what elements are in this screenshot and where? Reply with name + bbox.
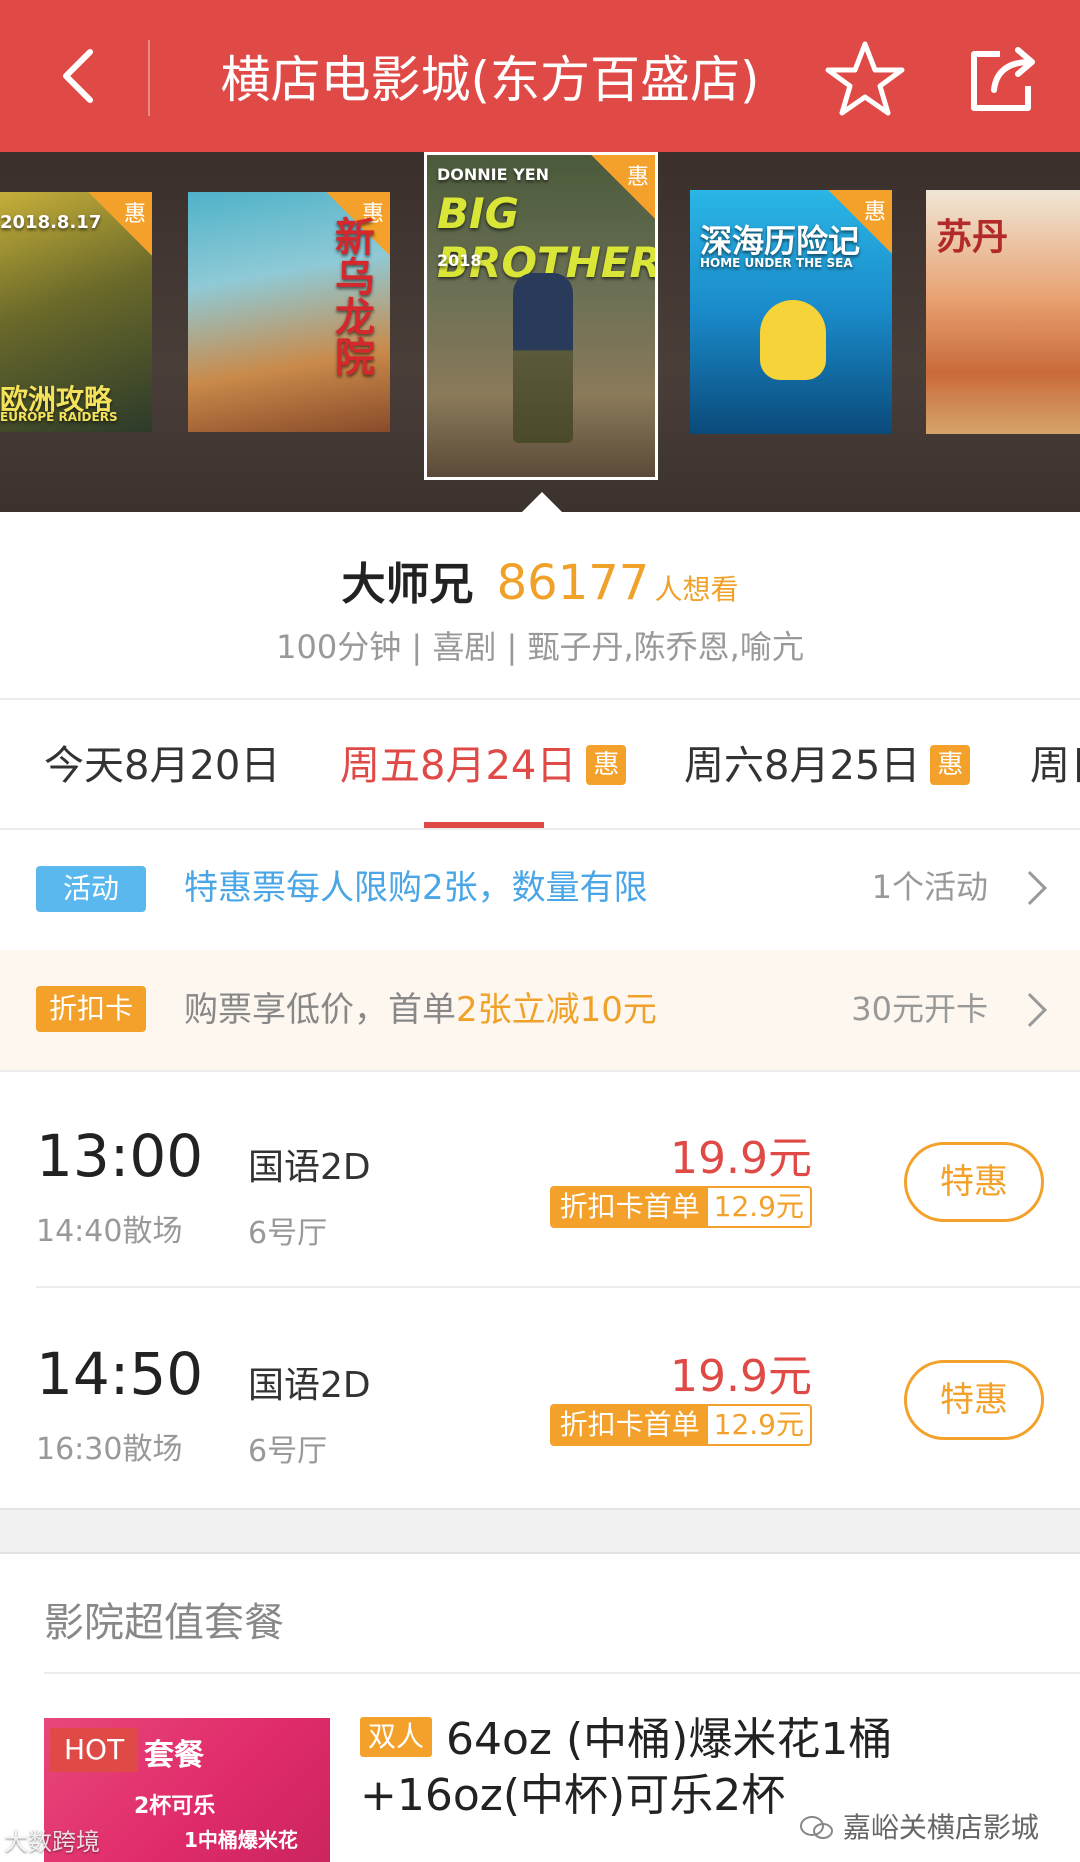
date-tab-fri-0824[interactable]: 周五8月24日惠 bbox=[340, 736, 627, 796]
page-title: 横店电影城(东方百盛店) bbox=[220, 51, 760, 109]
show-start-time: 14:50 bbox=[36, 1340, 204, 1408]
card-first-price: 12.9元 bbox=[707, 1188, 810, 1226]
showtime-row[interactable]: 14:50 16:30散场 国语2D 6号厅 19.9元 折扣卡首单 12.9元 … bbox=[0, 1290, 1080, 1506]
date-tab-sun[interactable]: 周日 bbox=[1030, 736, 1080, 796]
poster-date: 2018.8.17 bbox=[0, 212, 102, 233]
card-first-order-badge: 折扣卡首单 12.9元 bbox=[549, 1186, 812, 1228]
package-image-text: 2杯可乐 bbox=[134, 1794, 216, 1819]
chevron-right-icon bbox=[1013, 871, 1047, 905]
activity-count: 1个活动 bbox=[871, 868, 988, 906]
date-tab-label: 周五8月24日 bbox=[340, 743, 577, 789]
activity-tag: 活动 bbox=[36, 866, 146, 912]
show-price: 19.9元 bbox=[670, 1351, 812, 1402]
card-first-order-badge: 折扣卡首单 12.9元 bbox=[549, 1404, 812, 1446]
show-start-time: 13:00 bbox=[36, 1122, 204, 1190]
show-end-time: 14:40散场 bbox=[36, 1214, 183, 1249]
watermark-right-text: 嘉峪关横店影城 bbox=[842, 1811, 1039, 1844]
discount-tag: 惠 bbox=[930, 745, 971, 785]
package-image-text: 套餐 bbox=[144, 1738, 204, 1773]
discount-card-tag: 折扣卡 bbox=[36, 986, 146, 1032]
show-hall: 6号厅 bbox=[248, 1216, 328, 1251]
poster-europe-raiders[interactable]: 惠 2018.8.17 欧洲攻略 EUROPE RAIDERS bbox=[0, 192, 152, 432]
card-first-label: 折扣卡首单 bbox=[551, 1406, 708, 1444]
showtime-row[interactable]: 13:00 14:40散场 国语2D 6号厅 19.9元 折扣卡首单 12.9元 … bbox=[0, 1072, 1080, 1288]
date-tab-label: 今天8月20日 bbox=[44, 743, 281, 789]
discount-card-price: 30元开卡 bbox=[851, 990, 988, 1028]
watermark-right: 嘉峪关横店影城 bbox=[800, 1806, 1039, 1846]
divider bbox=[44, 1672, 1080, 1674]
back-button[interactable] bbox=[40, 36, 120, 116]
movie-name: 大师兄 bbox=[341, 559, 474, 610]
show-language: 国语2D bbox=[248, 1365, 371, 1406]
card-first-price: 12.9元 bbox=[707, 1406, 810, 1444]
poster-title: 新乌龙院 bbox=[328, 216, 374, 376]
package-name: 64oz (中桶)爆米花1桶+16oz(中杯)可乐2杯 bbox=[360, 1714, 893, 1821]
buy-ticket-button[interactable]: 特惠 bbox=[904, 1142, 1044, 1222]
activity-row[interactable]: 活动 特惠票每人限购2张，数量有限 1个活动 bbox=[0, 830, 1080, 948]
show-hall: 6号厅 bbox=[248, 1434, 328, 1469]
poster-subtitle: EUROPE RAIDERS bbox=[0, 410, 118, 424]
poster-year: 2018 bbox=[437, 251, 482, 270]
date-tab-label: 周日 bbox=[1030, 743, 1080, 789]
package-image-text: 1中桶爆米花 bbox=[184, 1828, 298, 1852]
show-language: 国语2D bbox=[248, 1147, 371, 1188]
divider bbox=[0, 698, 1080, 700]
want-count: 86177 bbox=[496, 555, 650, 611]
poster-subtitle: HOME UNDER THE SEA bbox=[700, 256, 853, 270]
date-tab-label: 周六8月25日 bbox=[684, 743, 921, 789]
wechat-icon bbox=[800, 1816, 833, 1839]
card-first-label: 折扣卡首单 bbox=[551, 1188, 708, 1226]
poster-big-brother[interactable]: 惠 DONNIE YEN BIG BROTHER 2018 bbox=[424, 152, 658, 480]
poster-octopus bbox=[760, 300, 826, 380]
movie-meta: 100分钟 | 喜剧 | 甄子丹,陈乔恩,喻亢 bbox=[276, 628, 804, 666]
back-arrow-icon bbox=[63, 49, 93, 103]
activity-text: 特惠票每人限购2张，数量有限 bbox=[184, 868, 648, 908]
date-tab-sat-0825[interactable]: 周六8月25日惠 bbox=[684, 736, 971, 796]
header-divider bbox=[148, 40, 150, 116]
discount-card-text-prefix: 购票享低价，首单 bbox=[184, 990, 456, 1030]
favorite-button[interactable] bbox=[820, 34, 910, 124]
discount-tag: 惠 bbox=[586, 745, 627, 785]
watermark-left: 大数跨境 bbox=[4, 1828, 100, 1856]
show-end-time: 16:30散场 bbox=[36, 1432, 183, 1467]
discount-card-row[interactable]: 折扣卡 购票享低价，首单2张立减10元 30元开卡 bbox=[0, 950, 1080, 1070]
share-icon bbox=[971, 47, 1035, 111]
hot-badge: HOT bbox=[50, 1728, 139, 1772]
poster-sultan[interactable]: 苏丹 bbox=[926, 190, 1080, 434]
want-label: 人想看 bbox=[654, 573, 739, 606]
poster-carousel[interactable]: 惠 2018.8.17 欧洲攻略 EUROPE RAIDERS 惠 新乌龙院 惠… bbox=[0, 152, 1080, 512]
package-tag: 双人 bbox=[360, 1717, 433, 1757]
buy-ticket-button[interactable]: 特惠 bbox=[904, 1360, 1044, 1440]
discount-card-text: 购票享低价，首单2张立减10元 bbox=[184, 982, 657, 1031]
poster-home-under-the-sea[interactable]: 惠 深海历险记 HOME UNDER THE SEA bbox=[690, 190, 892, 434]
show-price: 19.9元 bbox=[670, 1133, 812, 1184]
chevron-right-icon bbox=[1013, 993, 1047, 1027]
date-tab-today[interactable]: 今天8月20日 bbox=[44, 736, 280, 796]
poster-figure bbox=[513, 273, 573, 443]
divider bbox=[36, 1286, 1080, 1288]
share-button[interactable] bbox=[960, 36, 1046, 122]
section-spacer bbox=[0, 1508, 1080, 1554]
poster-top-text: DONNIE YEN bbox=[437, 165, 550, 184]
poster-xin-wulongyuan[interactable]: 惠 新乌龙院 bbox=[188, 192, 390, 432]
package-section-title: 影院超值套餐 bbox=[44, 1600, 284, 1646]
discount-card-highlight: 2张立减10元 bbox=[456, 990, 657, 1030]
poster-title: 苏丹 bbox=[936, 217, 1009, 258]
star-icon bbox=[825, 41, 905, 116]
movie-title-row: 大师兄 86177 人想看 bbox=[0, 548, 1080, 611]
app-header: 横店电影城(东方百盛店) bbox=[0, 0, 1080, 152]
selected-poster-pointer bbox=[520, 492, 564, 514]
